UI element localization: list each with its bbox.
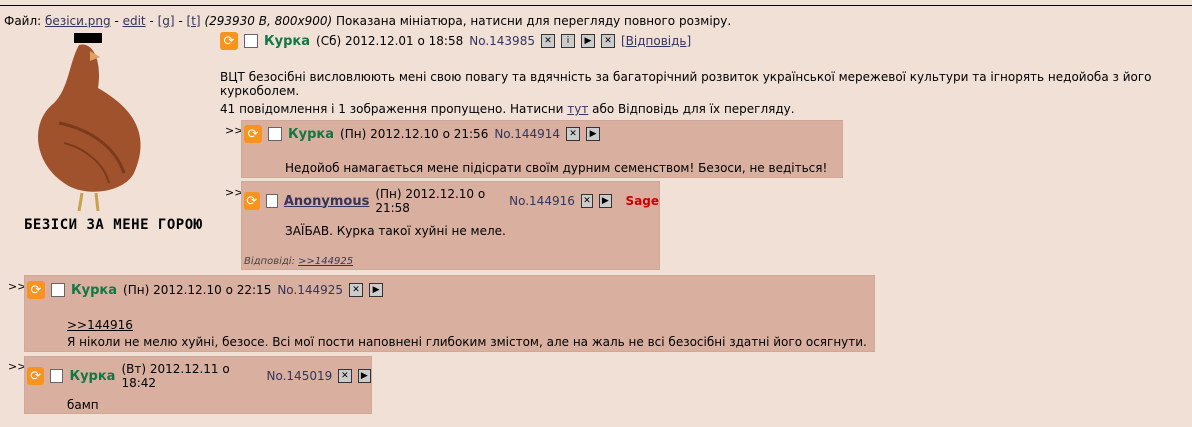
omitted-text-a: 41 повідомлення і 1 зображення пропущено… (220, 102, 568, 116)
post-date: (Сб) 2012.12.01 о 18:58 (316, 34, 464, 48)
reply-text: бамп (67, 398, 99, 412)
post-checkbox[interactable] (265, 194, 278, 208)
thumb-caption: БЕЗІСИ ЗА МЕНЕ ГОРОЮ (24, 217, 203, 233)
t-link[interactable]: [t] (187, 14, 201, 28)
close-icon[interactable]: ✕ (580, 194, 594, 208)
backlinks-label: Відповіді: (244, 256, 295, 267)
poster-name: Курка (264, 33, 311, 49)
backlink[interactable]: >>144925 (298, 256, 353, 267)
reply-text: ЗАЇБАВ. Курка такої хуйні не меле. (285, 224, 506, 238)
refresh-icon[interactable]: ⟳ (27, 367, 45, 385)
post-number[interactable]: No.143985 (469, 34, 535, 48)
sage-badge: Sage (625, 194, 660, 208)
post-number[interactable]: No.145019 (267, 369, 333, 383)
info-icon[interactable]: i (560, 34, 575, 48)
play-icon[interactable]: ▶ (357, 369, 371, 383)
reply-text: Недойоб намагається мене підісрати своїм… (285, 161, 828, 175)
post-number[interactable]: No.144925 (277, 283, 343, 297)
play-icon[interactable]: ▶ (599, 194, 612, 208)
post-number[interactable]: No.144916 (509, 194, 575, 208)
omitted-text-b: або Відповідь для їх перегляду. (588, 102, 795, 116)
op-header: ⟳ Курка (Сб) 2012.12.01 о 18:58 No.14398… (220, 32, 691, 50)
omitted-notice: 41 повідомлення і 1 зображення пропущено… (220, 102, 795, 116)
chicken-image (37, 33, 141, 212)
backlinks: Відповіді: >>144925 (244, 256, 353, 267)
play-icon[interactable]: ▶ (580, 34, 595, 48)
file-note: Показана мініатюра, натисни для перегляд… (336, 14, 732, 28)
close-icon[interactable]: ✕ (338, 369, 352, 383)
reply-link[interactable]: [Відповідь] (621, 34, 691, 48)
file-label: Файл: (4, 14, 42, 28)
reply-header: ⟳ Курка (Вт) 2012.12.11 о 18:42 No.14501… (27, 362, 371, 390)
reply-header: ⟳ Anonymous (Пн) 2012.12.10 о 21:58 No.1… (244, 187, 659, 215)
post-checkbox[interactable] (244, 34, 258, 48)
reply-post: ⟳ Курка (Пн) 2012.12.10 о 21:56 No.14491… (241, 120, 843, 178)
post-date: (Пн) 2012.12.10 о 21:58 (375, 187, 486, 215)
reply-header: ⟳ Курка (Пн) 2012.12.10 о 21:56 No.14491… (244, 125, 601, 143)
post-date: (Вт) 2012.12.11 о 18:42 (121, 362, 230, 390)
edit-link[interactable]: edit (123, 14, 146, 28)
reply-post: ⟳ Курка (Пн) 2012.12.10 о 22:15 No.14492… (24, 275, 875, 352)
play-icon[interactable]: ▶ (369, 283, 384, 297)
post-checkbox[interactable] (50, 369, 64, 383)
poster-name: Курка (288, 126, 335, 142)
close-icon[interactable]: ✕ (349, 283, 364, 297)
reply-text: Я ніколи не мелю хуйні, безосе. Всі мої … (67, 335, 867, 349)
op-thumbnail[interactable]: БЕЗІСИ ЗА МЕНЕ ГОРОЮ (24, 33, 204, 233)
refresh-icon[interactable]: ⟳ (220, 32, 238, 50)
post-checkbox[interactable] (51, 283, 65, 297)
play-icon[interactable]: ▶ (586, 127, 601, 141)
poster-name[interactable]: Anonymous (284, 194, 369, 209)
reply-header: ⟳ Курка (Пн) 2012.12.10 о 22:15 No.14492… (27, 281, 384, 299)
file-link[interactable]: безіси.png (45, 14, 111, 28)
poster-name: Курка (71, 282, 118, 298)
post-number[interactable]: No.144914 (494, 127, 560, 141)
g-link[interactable]: [g] (158, 14, 175, 28)
post-checkbox[interactable] (268, 127, 282, 141)
close-icon[interactable]: ✕ (600, 34, 615, 48)
file-info: Файл: безіси.png - edit - [g] - [t] (293… (4, 14, 732, 28)
quote-link[interactable]: >>144916 (67, 318, 133, 332)
top-divider (0, 5, 1192, 6)
reply-post: ⟳ Anonymous (Пн) 2012.12.10 о 21:58 No.1… (241, 181, 660, 270)
close-icon[interactable]: ✕ (566, 127, 581, 141)
post-date: (Пн) 2012.12.10 о 21:56 (340, 127, 489, 141)
poster-name: Курка (69, 368, 116, 384)
op-text: ВЦТ безосібні висловлюють мені свою пова… (220, 70, 1152, 98)
reply-post: ⟳ Курка (Вт) 2012.12.11 о 18:42 No.14501… (24, 356, 372, 414)
post-date: (Пн) 2012.12.10 о 22:15 (123, 283, 272, 297)
refresh-icon[interactable]: ⟳ (244, 192, 260, 210)
refresh-icon[interactable]: ⟳ (244, 125, 262, 143)
close-icon[interactable]: ✕ (540, 34, 555, 48)
refresh-icon[interactable]: ⟳ (27, 281, 45, 299)
expand-link[interactable]: тут (567, 102, 588, 116)
file-meta: (293930 B, 800x900) (204, 14, 333, 28)
